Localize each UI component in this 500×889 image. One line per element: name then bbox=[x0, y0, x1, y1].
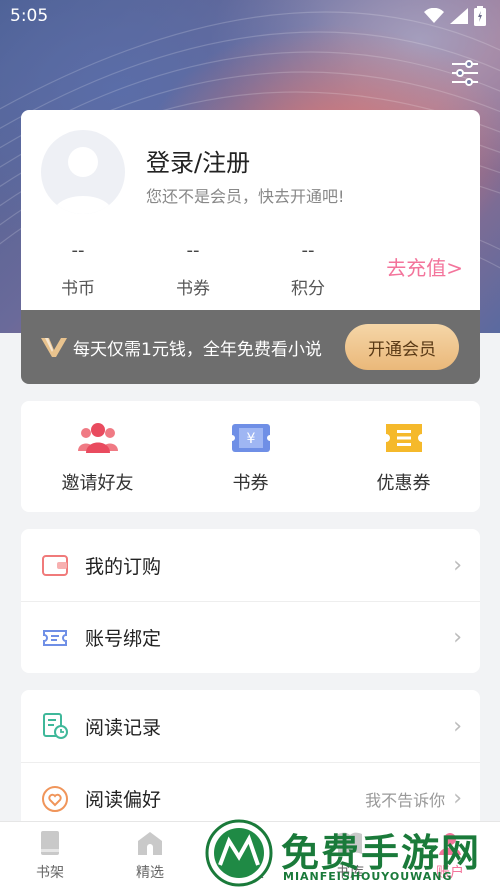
wallet-icon bbox=[42, 555, 68, 576]
menu-item-reading-preference[interactable]: 阅读偏好 我不告诉你 › bbox=[21, 762, 480, 821]
status-bar: 5:05 bbox=[0, 0, 500, 32]
nav-tab-label: 精选 bbox=[136, 865, 164, 881]
menu-item-label: 我的订购 bbox=[85, 555, 162, 578]
stat-points[interactable]: -- 积分 bbox=[268, 240, 348, 299]
reading-history-icon bbox=[43, 713, 68, 739]
wifi-icon bbox=[424, 8, 444, 23]
settings-button[interactable] bbox=[450, 58, 480, 88]
watermark-subtitle: MIANFEISHOUYOUWANG bbox=[283, 870, 453, 883]
member-hint: 您还不是会员，快去开通吧! bbox=[146, 187, 345, 206]
recharge-link[interactable]: 去充值> bbox=[386, 252, 463, 281]
menu-item-label: 阅读记录 bbox=[85, 716, 162, 739]
stat-book-vouchers[interactable]: -- 书券 bbox=[153, 240, 233, 299]
featured-icon bbox=[138, 832, 162, 855]
menu-group-reading: 阅读记录 › 阅读偏好 我不告诉你 › bbox=[21, 690, 480, 821]
menu-item-label: 阅读偏好 bbox=[85, 789, 162, 811]
signal-icon bbox=[450, 8, 468, 24]
site-watermark: 免费手游网 MIANFEISHOUYOUWANG bbox=[205, 818, 500, 889]
watermark-logo-icon bbox=[205, 819, 273, 887]
quick-action-book-vouchers[interactable]: ¥ 书券 bbox=[174, 401, 327, 512]
menu-item-reading-history[interactable]: 阅读记录 › bbox=[21, 690, 480, 762]
watermark-title: 免费手游网 bbox=[281, 831, 482, 875]
chevron-right-icon: › bbox=[453, 786, 462, 811]
bookshelf-icon bbox=[41, 831, 59, 855]
menu-item-my-orders[interactable]: 我的订购 › bbox=[21, 529, 480, 601]
stat-label: 书券 bbox=[176, 279, 210, 299]
svg-text:¥: ¥ bbox=[246, 431, 255, 447]
menu-group-orders: 我的订购 › 账号绑定 › bbox=[21, 529, 480, 673]
avatar[interactable] bbox=[41, 130, 125, 214]
default-avatar-icon bbox=[53, 147, 113, 214]
vip-logo-icon bbox=[41, 338, 67, 357]
profile-card: 登录/注册 您还不是会员，快去开通吧! -- 书币 -- 书券 -- 积分 去充… bbox=[21, 110, 480, 310]
chevron-right-icon: › bbox=[453, 713, 462, 739]
account-bind-icon bbox=[43, 629, 67, 646]
vip-promo-text: 每天仅需1元钱，全年免费看小说 bbox=[73, 339, 322, 360]
menu-item-label: 账号绑定 bbox=[85, 628, 162, 650]
status-time: 5:05 bbox=[10, 6, 49, 26]
login-register-link[interactable]: 登录/注册 bbox=[146, 143, 250, 178]
filter-settings-icon bbox=[452, 60, 478, 86]
stat-value: -- bbox=[71, 240, 85, 261]
chevron-right-icon: › bbox=[453, 625, 462, 650]
quick-actions-card: 邀请好友 ¥ 书券 优惠券 bbox=[21, 401, 480, 512]
reading-preference-value: 我不告诉你 bbox=[365, 790, 446, 810]
nav-tab-bookshelf[interactable]: 书架 bbox=[0, 822, 100, 889]
quick-action-label: 优惠券 bbox=[376, 473, 431, 494]
quick-action-label: 书券 bbox=[232, 473, 269, 494]
book-coupon-icon: ¥ bbox=[229, 424, 272, 452]
vip-promo-bar: 每天仅需1元钱，全年免费看小说 开通会员 bbox=[21, 310, 480, 384]
stat-value: -- bbox=[301, 240, 315, 261]
quick-action-invite-friends[interactable]: 邀请好友 bbox=[21, 401, 174, 512]
nav-tab-label: 书架 bbox=[36, 865, 64, 881]
menu-item-account-binding[interactable]: 账号绑定 › bbox=[21, 601, 480, 673]
chevron-right-icon: › bbox=[453, 552, 462, 578]
battery-icon bbox=[474, 6, 486, 26]
quick-action-label: 邀请好友 bbox=[61, 473, 134, 494]
open-membership-button[interactable]: 开通会员 bbox=[345, 324, 459, 370]
stat-book-coins[interactable]: -- 书币 bbox=[38, 240, 118, 299]
stat-value: -- bbox=[186, 240, 200, 261]
nav-tab-featured[interactable]: 精选 bbox=[100, 822, 200, 889]
stat-label: 积分 bbox=[291, 279, 325, 299]
discount-coupon-icon bbox=[385, 424, 422, 452]
stat-label: 书币 bbox=[61, 279, 95, 299]
reading-preference-icon bbox=[42, 785, 68, 812]
invite-friends-icon bbox=[77, 423, 118, 453]
quick-action-discount-coupons[interactable]: 优惠券 bbox=[327, 401, 480, 512]
